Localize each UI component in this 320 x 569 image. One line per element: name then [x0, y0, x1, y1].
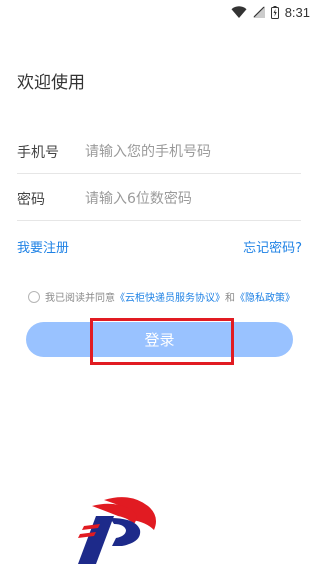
- status-icons: [231, 5, 279, 19]
- login-button[interactable]: 登录: [26, 322, 293, 357]
- terms-link[interactable]: 《云柜快递员服务协议》: [115, 289, 225, 304]
- register-link[interactable]: 我要注册: [17, 237, 69, 256]
- agreement-checkbox[interactable]: [28, 290, 40, 303]
- agreement-row: 我已阅读并同意 《云柜快递员服务协议》 和 《隐私政策》: [28, 289, 298, 304]
- phone-input[interactable]: [83, 142, 301, 161]
- battery-icon: [270, 5, 279, 19]
- password-label: 密码: [17, 191, 45, 208]
- status-bar: 8:31: [0, 0, 320, 24]
- phone-label: 手机号: [17, 144, 59, 161]
- page-title: 欢迎使用: [17, 73, 85, 93]
- password-input[interactable]: [83, 189, 301, 208]
- privacy-link[interactable]: 《隐私政策》: [235, 289, 295, 304]
- forgot-password-link[interactable]: 忘记密码?: [243, 237, 302, 256]
- brand-logo: [74, 494, 164, 564]
- password-row: 密码: [17, 177, 301, 221]
- phone-row: 手机号: [17, 130, 301, 174]
- agreement-and: 和: [225, 293, 235, 304]
- signal-icon: [252, 6, 265, 18]
- wifi-icon: [231, 6, 247, 18]
- agreement-prefix: 我已阅读并同意: [45, 293, 115, 304]
- status-time: 8:31: [284, 4, 310, 20]
